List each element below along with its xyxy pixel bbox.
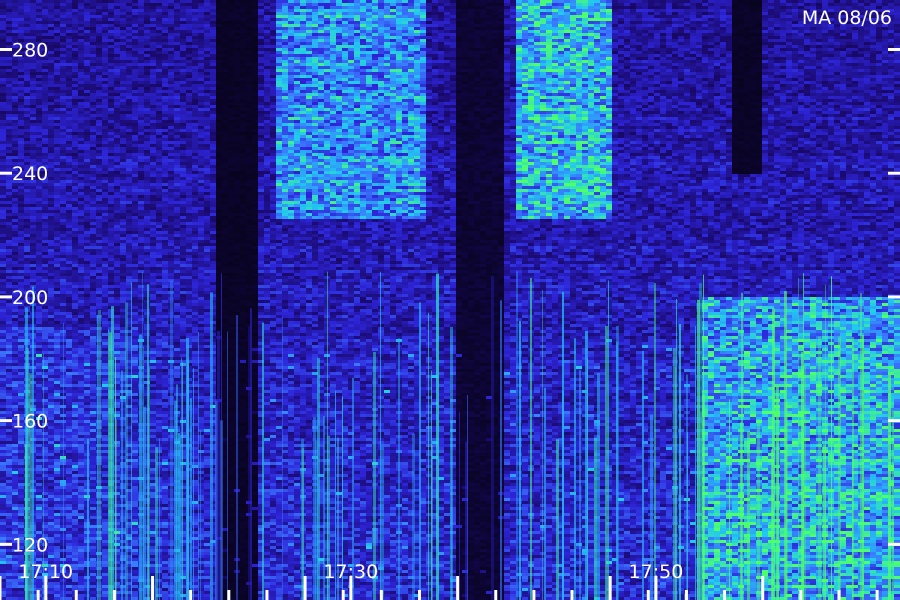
y-tick-label: 240 bbox=[12, 163, 48, 185]
x-tick-label: 17:50 bbox=[629, 561, 684, 583]
spectral-intensity-layer bbox=[0, 0, 900, 600]
y-tick-label: 120 bbox=[12, 534, 48, 556]
spectrogram-chart: 120 160 200 240 280 17:10 17:30 17:50 MA 08/06 bbox=[0, 0, 900, 600]
x-tick-label: 17:10 bbox=[18, 561, 73, 583]
chart-title: MA 08/06 bbox=[802, 7, 892, 29]
y-tick-label: 280 bbox=[12, 39, 48, 61]
x-tick-label: 17:30 bbox=[323, 561, 378, 583]
y-tick-label: 200 bbox=[12, 287, 48, 309]
y-tick-label: 160 bbox=[12, 411, 48, 433]
